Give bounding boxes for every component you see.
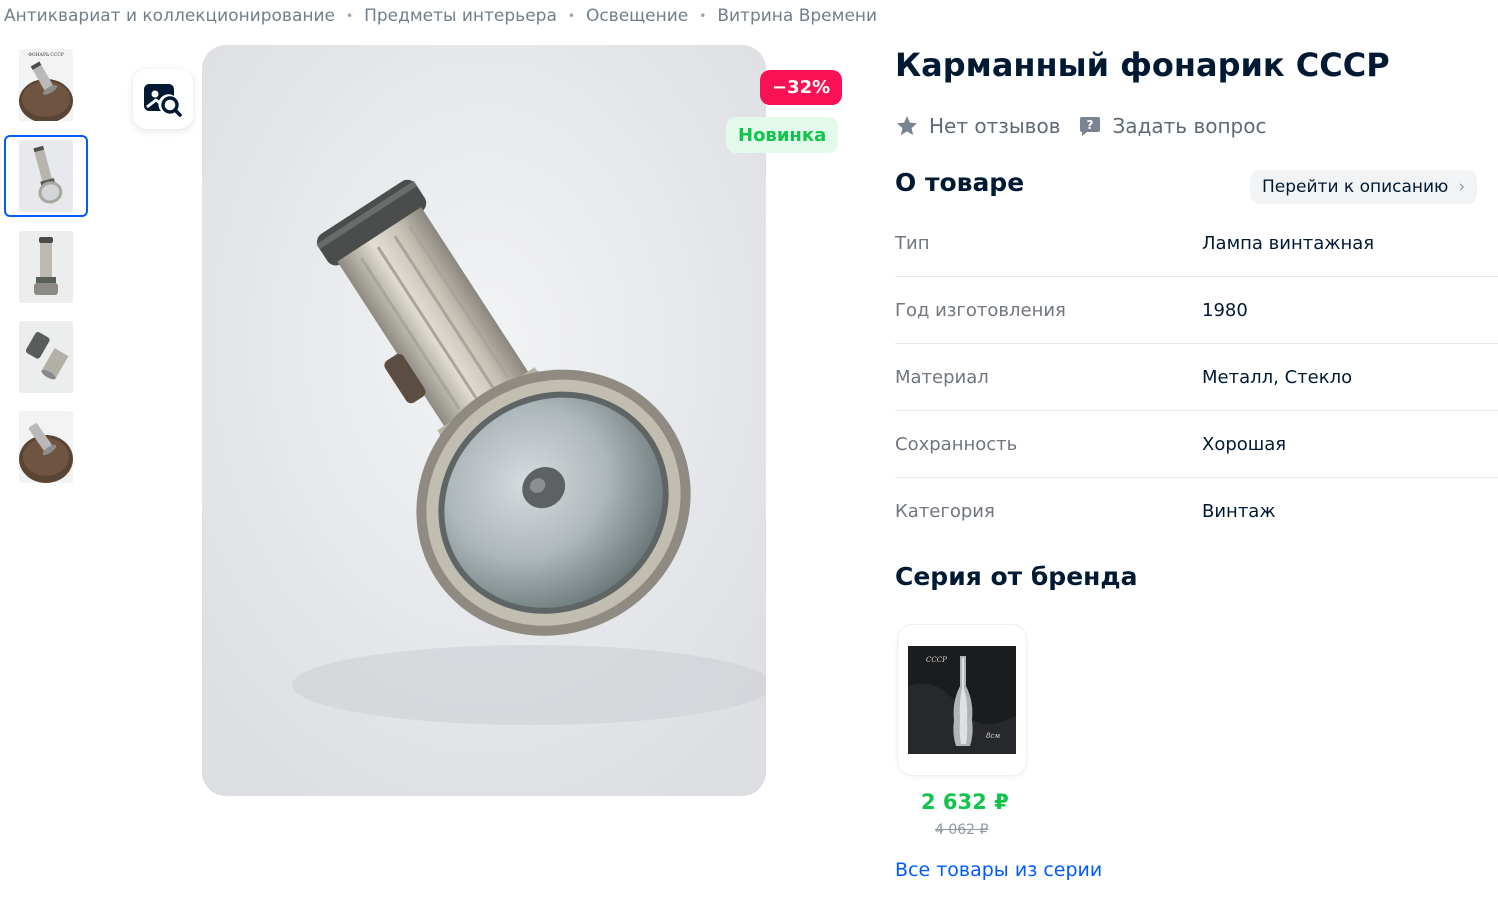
flashlight-photo: [202, 45, 766, 796]
spec-key: Тип: [895, 232, 930, 254]
spec-value: Хорошая: [1202, 433, 1287, 455]
reviews-label: Нет отзывов: [929, 114, 1061, 138]
thumbnail-5[interactable]: [4, 406, 88, 488]
series-image-label-bottom: 8см: [986, 732, 1000, 740]
spec-row: Тип Лампа винтажная: [895, 210, 1498, 277]
reviews-link[interactable]: Нет отзывов: [895, 114, 1060, 138]
thumbnail-image: [19, 231, 73, 303]
spec-value: Лампа винтажная: [1202, 232, 1375, 254]
breadcrumb: Антиквариат и коллекционирование • Предм…: [4, 4, 877, 28]
spec-key: Год изготовления: [895, 299, 1066, 321]
product-title: Карманный фонарик СССР: [895, 46, 1390, 84]
spec-value: 1980: [1202, 299, 1248, 321]
thumbnail-4[interactable]: [4, 316, 88, 398]
breadcrumb-item-antiques[interactable]: Антиквариат и коллекционирование: [4, 6, 335, 26]
all-series-products-link[interactable]: Все товары из серии: [895, 859, 1102, 881]
product-main-photo[interactable]: [202, 45, 766, 796]
series-heading: Серия от бренда: [895, 562, 1138, 591]
thumbnail-label: ФОНАРЬ СССР: [28, 52, 64, 58]
series-product-image: СССР 8см: [908, 646, 1016, 754]
ask-question-link[interactable]: ? Задать вопрос: [1078, 114, 1266, 138]
spec-value: Металл, Стекло: [1202, 366, 1353, 388]
image-search-button[interactable]: [133, 69, 193, 129]
specs-table: Тип Лампа винтажная Год изготовления 198…: [895, 210, 1498, 545]
about-heading: О товаре: [895, 168, 1025, 197]
breadcrumb-item-shop[interactable]: Витрина Времени: [717, 6, 877, 26]
go-to-description-button[interactable]: Перейти к описанию ›: [1250, 170, 1478, 204]
breadcrumb-item-interior[interactable]: Предметы интерьера: [364, 6, 557, 26]
spec-value: Винтаж: [1202, 501, 1276, 522]
ask-question-label: Задать вопрос: [1112, 114, 1267, 138]
series-product-card[interactable]: СССР 8см: [898, 625, 1026, 775]
go-to-description-label: Перейти к описанию: [1262, 177, 1449, 197]
thumbnail-image: [19, 140, 73, 212]
spec-row: Категория Винтаж: [895, 478, 1498, 545]
series-price: 2 632 ₽: [921, 790, 1009, 814]
thumbnail-1[interactable]: ФОНАРЬ СССР: [4, 44, 88, 126]
spec-row: Материал Металл, Стекло: [895, 344, 1498, 411]
thumbnail-3[interactable]: [4, 226, 88, 308]
breadcrumb-separator: •: [567, 9, 575, 23]
new-badge: Новинка: [726, 117, 839, 153]
star-icon: [897, 116, 917, 136]
thumbnail-image: ФОНАРЬ СССР: [19, 49, 73, 121]
series-old-price: 4 062 ₽: [935, 822, 989, 838]
question-bubble-icon: ?: [1080, 117, 1101, 136]
product-meta: Нет отзывов ? Задать вопрос: [895, 110, 1266, 142]
thumbnail-2[interactable]: [4, 135, 88, 217]
thumbnail-image: [19, 321, 73, 393]
chevron-right-icon: ›: [1458, 177, 1466, 197]
spec-key: Категория: [895, 501, 995, 522]
spec-key: Материал: [895, 366, 989, 388]
breadcrumb-separator: •: [345, 9, 354, 23]
breadcrumb-separator: •: [699, 9, 707, 23]
breadcrumb-item-lighting[interactable]: Освещение: [586, 6, 688, 26]
image-search-icon: [144, 84, 182, 117]
thumbnail-image: [19, 411, 73, 483]
series-image-label-top: СССР: [926, 656, 947, 664]
spec-row: Год изготовления 1980: [895, 277, 1498, 344]
spec-key: Сохранность: [895, 433, 1018, 455]
svg-text:?: ?: [1087, 118, 1094, 132]
spec-row: Сохранность Хорошая: [895, 411, 1498, 478]
discount-badge: −32%: [760, 70, 843, 105]
